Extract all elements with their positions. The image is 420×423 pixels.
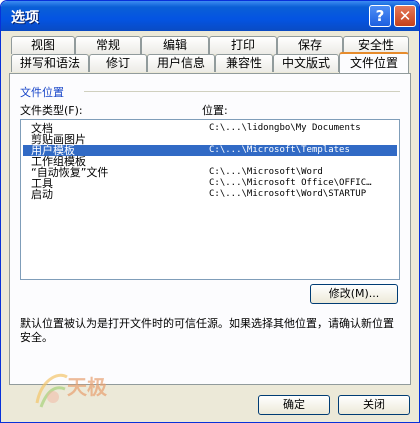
list-item[interactable]: “自动恢复”文件 C:\...\Microsoft\Word <box>23 167 397 178</box>
file-locations-list[interactable]: 文档 C:\...\lidongbo\My Documents 剪贴画图片 用户… <box>20 119 400 280</box>
tab-print[interactable]: 打印 <box>209 36 277 54</box>
tab-view[interactable]: 视图 <box>11 36 75 54</box>
list-item[interactable]: 启动 C:\...\Microsoft\Word\STARTUP <box>23 189 397 200</box>
help-button[interactable]: ? <box>369 5 391 27</box>
location-header: 位置: <box>202 104 228 117</box>
tab-edit[interactable]: 编辑 <box>141 36 209 54</box>
tab-spelling-grammar[interactable]: 拼写和语法 <box>11 54 89 72</box>
tab-file-locations[interactable]: 文件位置 <box>339 52 409 73</box>
cancel-button[interactable]: 关闭 <box>338 395 410 415</box>
file-locations-panel: 文件位置 文件类型(F): 位置: 文档 C:\...\lidongbo\My … <box>9 73 411 385</box>
description-text: 默认位置被认为是打开文件时的可信任源。如果选择其他位置，请确认新位置安全。 <box>20 317 394 344</box>
list-item[interactable]: 工具 C:\...\Microsoft Office\OFFIC… <box>23 178 397 189</box>
group-title: 文件位置 <box>20 86 64 99</box>
dialog-title: 选项 <box>11 10 39 26</box>
file-type-header: 文件类型(F): <box>20 104 83 117</box>
options-dialog: 选项 ? ✕ 视图 常规 编辑 打印 保存 安全性 拼写和语法 修订 用户信息 … <box>0 0 420 423</box>
ok-button[interactable]: 确定 <box>258 395 330 415</box>
watermark-logo: 天极 <box>31 363 131 413</box>
modify-button[interactable]: 修改(M)... <box>310 284 398 304</box>
tab-user-info[interactable]: 用户信息 <box>147 54 215 72</box>
watermark-text: 天极 <box>67 375 107 399</box>
tab-compatibility[interactable]: 兼容性 <box>215 54 273 72</box>
tab-general[interactable]: 常规 <box>75 36 141 54</box>
list-item[interactable]: 剪贴画图片 <box>23 134 397 145</box>
close-button[interactable]: ✕ <box>394 5 416 27</box>
title-bar[interactable]: 选项 ? ✕ <box>1 1 419 31</box>
group-divider <box>84 91 400 92</box>
tab-save[interactable]: 保存 <box>277 36 343 54</box>
tab-asian-typography[interactable]: 中文版式 <box>273 54 339 72</box>
tab-track-changes[interactable]: 修订 <box>89 54 147 72</box>
